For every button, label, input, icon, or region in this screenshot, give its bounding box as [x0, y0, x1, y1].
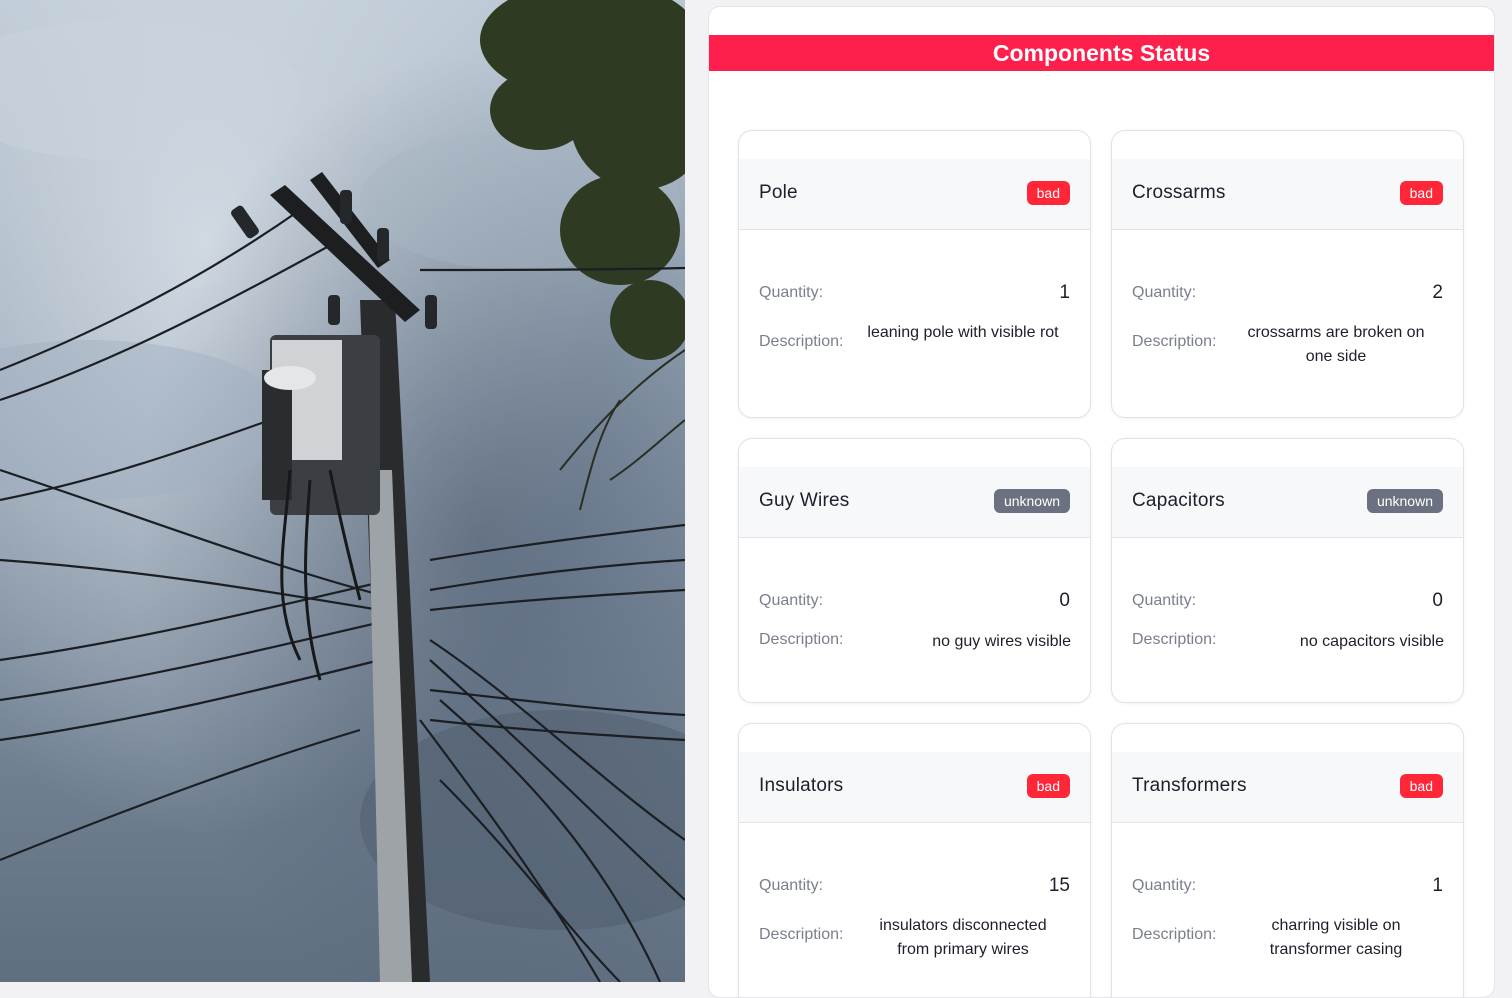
quantity-value: 2 — [1432, 282, 1443, 303]
card-title: Capacitors — [1132, 490, 1225, 511]
quantity-value: 1 — [1059, 282, 1070, 303]
status-badge: bad — [1026, 774, 1070, 798]
description-value: insulators disconnected from primary wir… — [879, 917, 1047, 958]
description-value: charring visible on transformer casing — [1269, 917, 1403, 958]
card-title: Guy Wires — [759, 490, 850, 511]
card-header: Insulators bad — [739, 752, 1090, 823]
status-badge: bad — [1026, 181, 1070, 205]
card-header: Crossarms bad — [1112, 159, 1463, 230]
component-card-guy-wires: Guy Wires unknown Quantity: 0 Descriptio… — [738, 438, 1091, 703]
status-badge: bad — [1399, 774, 1443, 798]
component-card-capacitors: Capacitors unknown Quantity: 0 Descripti… — [1111, 438, 1464, 703]
description-value: crossarms are broken on one side — [1247, 324, 1425, 365]
description-value: leaning pole with visible rot — [867, 324, 1059, 341]
card-title: Insulators — [759, 775, 844, 796]
quantity-label: Quantity: — [759, 877, 824, 894]
quantity-label: Quantity: — [1132, 592, 1197, 609]
component-card-crossarms: Crossarms bad Quantity: 2 Description: c… — [1111, 130, 1464, 418]
card-title: Crossarms — [1132, 182, 1226, 203]
description-label: Description: — [1132, 333, 1217, 350]
quantity-label: Quantity: — [1132, 284, 1197, 301]
description-value: no capacitors visible — [1299, 633, 1444, 650]
quantity-value: 15 — [1048, 875, 1070, 896]
description-label: Description: — [759, 926, 844, 943]
status-badge: unknown — [1366, 489, 1443, 513]
description-label: Description: — [1132, 926, 1217, 943]
description-label: Description: — [759, 631, 844, 648]
quantity-value: 0 — [1432, 590, 1443, 611]
quantity-label: Quantity: — [1132, 877, 1197, 894]
utility-pole-photo — [0, 0, 685, 982]
status-badge: bad — [1399, 181, 1443, 205]
panel-title: Components Status — [709, 35, 1494, 71]
card-header: Guy Wires unknown — [739, 467, 1090, 538]
component-card-transformers: Transformers bad Quantity: 1 Description… — [1111, 723, 1464, 997]
card-title: Pole — [759, 182, 798, 203]
status-badge: unknown — [993, 489, 1070, 513]
quantity-label: Quantity: — [759, 592, 824, 609]
quantity-label: Quantity: — [759, 284, 824, 301]
description-label: Description: — [1132, 631, 1217, 648]
components-status-panel: Components Status Pole bad Quantity: 1 D… — [708, 6, 1495, 998]
quantity-value: 0 — [1059, 590, 1070, 611]
component-card-insulators: Insulators bad Quantity: 15 Description:… — [738, 723, 1091, 997]
component-card-pole: Pole bad Quantity: 1 Description: leanin… — [738, 130, 1091, 418]
card-header: Pole bad — [739, 159, 1090, 230]
card-header: Transformers bad — [1112, 752, 1463, 823]
description-label: Description: — [759, 333, 844, 350]
card-header: Capacitors unknown — [1112, 467, 1463, 538]
card-title: Transformers — [1132, 775, 1247, 796]
quantity-value: 1 — [1432, 875, 1443, 896]
description-value: no guy wires visible — [932, 633, 1071, 650]
